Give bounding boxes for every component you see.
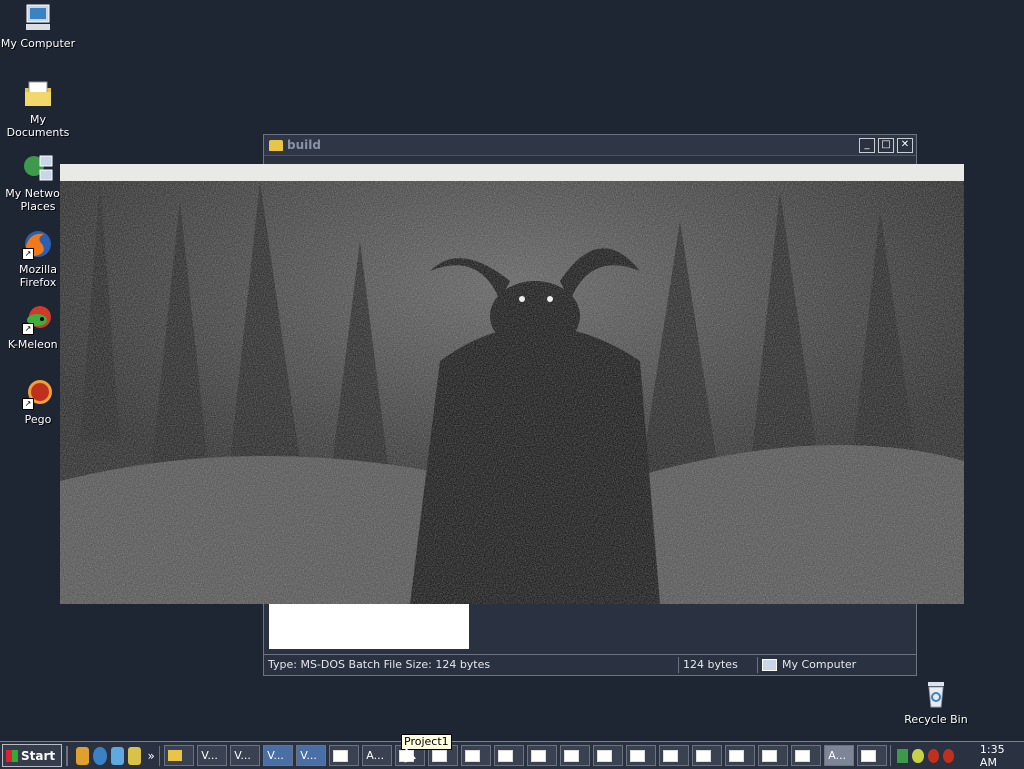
taskbar-button-window[interactable] — [758, 745, 789, 766]
window-icon — [795, 749, 811, 762]
desktop-icon-recycle-bin[interactable]: Recycle Bin — [898, 678, 974, 726]
taskbar-button[interactable]: V... — [230, 745, 261, 766]
taskbar-button-window[interactable] — [791, 745, 822, 766]
tray-network-icon[interactable] — [897, 748, 909, 763]
folder-icon — [168, 750, 183, 761]
tray-app-icon[interactable] — [942, 748, 954, 763]
minimize-button[interactable]: _ — [859, 137, 875, 153]
start-button[interactable]: Start — [2, 744, 63, 767]
desktop: My Computer My Documents My Network Plac… — [0, 0, 1024, 741]
file-detail-pane — [469, 603, 912, 649]
internet-explorer-icon[interactable] — [93, 746, 107, 765]
my-computer-icon — [22, 2, 54, 34]
taskbar-button-window[interactable] — [494, 745, 525, 766]
window-icon — [696, 749, 712, 762]
taskbar-button-window[interactable] — [725, 745, 756, 766]
pego-icon: ↗ — [22, 378, 54, 410]
status-size: 124 bytes — [679, 657, 758, 673]
folder-icon — [269, 139, 283, 151]
my-documents-icon — [22, 78, 54, 110]
taskbar-button[interactable]: V... — [197, 745, 228, 766]
desktop-icon-my-computer[interactable]: My Computer — [0, 2, 76, 50]
window-icon — [465, 749, 481, 762]
close-button[interactable]: ✕ — [897, 137, 913, 153]
taskbar-button-window[interactable] — [593, 745, 624, 766]
taskbar-button-active[interactable]: A... — [824, 745, 855, 766]
window-icon — [333, 749, 349, 762]
dark-forest-image — [60, 181, 964, 604]
window-icon — [564, 749, 580, 762]
desktop-icon-my-documents[interactable]: My Documents — [0, 78, 76, 139]
system-tray: 1:35 AM — [890, 743, 1024, 769]
window-title: build — [287, 138, 321, 152]
window-icon — [498, 749, 514, 762]
status-location-label: My Computer — [782, 658, 857, 671]
window-icon — [531, 749, 547, 762]
show-desktop-icon[interactable] — [75, 746, 90, 765]
taskbar-button-window[interactable] — [659, 745, 690, 766]
taskbar-button[interactable]: A... — [362, 745, 393, 766]
taskbar-button[interactable]: V... — [263, 745, 294, 766]
file-list-pane[interactable] — [269, 603, 469, 649]
taskbar-button-window[interactable] — [626, 745, 657, 766]
desktop-icon-label: My Computer — [0, 37, 76, 50]
viewer-titlebar[interactable] — [60, 164, 964, 181]
shortcut-arrow-icon: ↗ — [22, 323, 34, 335]
window-icon — [663, 749, 679, 762]
window-icon — [597, 749, 613, 762]
image-viewer-window[interactable] — [60, 164, 964, 604]
shortcut-arrow-icon: ↗ — [22, 248, 34, 260]
window-icon — [432, 749, 448, 762]
taskbar-button-explorer[interactable] — [164, 745, 195, 766]
taskbar-separator — [66, 745, 68, 766]
taskbar-button-window[interactable] — [527, 745, 558, 766]
shortcut-arrow-icon: ↗ — [22, 398, 34, 410]
outlook-icon[interactable] — [110, 746, 124, 765]
taskbar-button[interactable]: V... — [296, 745, 327, 766]
taskbar-button-window[interactable] — [560, 745, 591, 766]
desktop-icon-label: Recycle Bin — [904, 713, 968, 726]
status-location: My Computer — [758, 657, 906, 673]
desktop-icon-label: My Documents — [6, 113, 70, 139]
recycle-bin-icon — [920, 678, 952, 710]
status-bar: Type: MS-DOS Batch File Size: 124 bytes … — [264, 654, 916, 675]
explorer-titlebar[interactable]: build _ □ ✕ — [264, 135, 916, 156]
taskbar: Start » V... V... V... V... A... A... 1:… — [0, 741, 1024, 769]
taskbar-separator — [158, 745, 161, 766]
taskbar-button-window[interactable] — [461, 745, 492, 766]
k-meleon-icon: ↗ — [22, 303, 54, 335]
firefox-icon: ↗ — [22, 228, 54, 260]
network-places-icon — [22, 152, 54, 184]
tray-app-icon[interactable] — [927, 748, 939, 763]
search-icon[interactable] — [128, 746, 142, 765]
window-icon — [861, 749, 877, 762]
window-icon — [729, 749, 745, 762]
start-label: Start — [21, 748, 56, 763]
my-computer-icon — [762, 659, 777, 671]
windows-logo-icon — [6, 749, 18, 762]
maximize-button[interactable]: □ — [878, 137, 894, 153]
taskbar-button-window[interactable] — [857, 745, 888, 766]
quicklaunch-chevron[interactable]: » — [147, 749, 154, 763]
tray-search-icon[interactable] — [912, 748, 924, 763]
status-type: Type: MS-DOS Batch File Size: 124 bytes — [264, 657, 679, 673]
window-icon — [762, 749, 778, 762]
taskbar-button-window[interactable] — [692, 745, 723, 766]
window-icon — [630, 749, 646, 762]
clock[interactable]: 1:35 AM — [980, 743, 1016, 769]
taskbar-button-window[interactable] — [329, 745, 360, 766]
